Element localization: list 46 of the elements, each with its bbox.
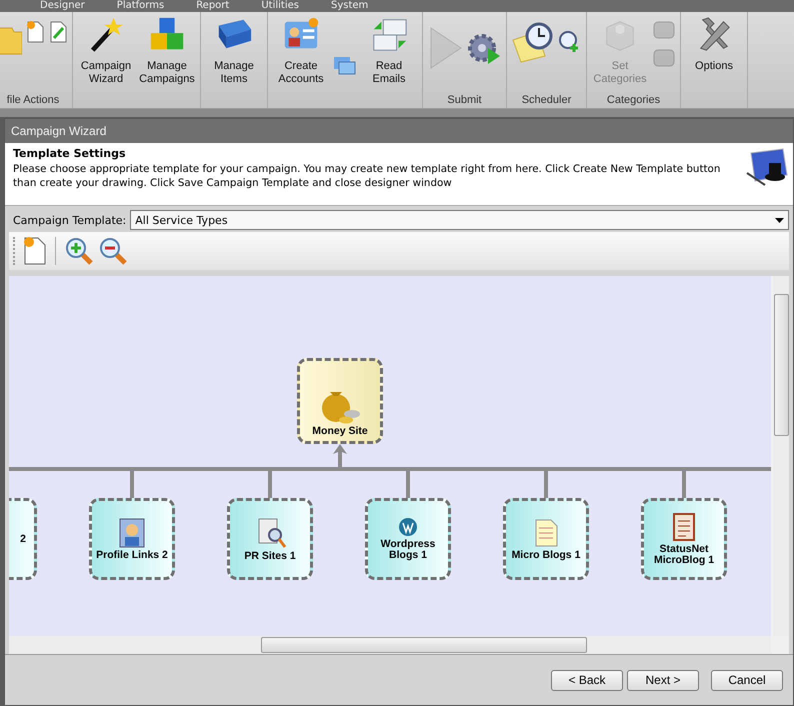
clock-icon[interactable] — [511, 20, 555, 64]
ribbon-button[interactable]: Campaign Wizard — [77, 16, 135, 86]
menu-tab[interactable]: Designer — [40, 0, 85, 12]
menu-tab[interactable]: System — [330, 0, 368, 12]
wordpress-logo-icon — [398, 517, 418, 537]
zoom-out-icon[interactable] — [98, 236, 128, 266]
field-label: Campaign Template: — [13, 214, 126, 226]
ribbon-button[interactable]: Manage Campaigns — [138, 16, 196, 86]
options-button[interactable]: Options — [685, 16, 743, 73]
diagram-node[interactable]: Profile Links 2 — [89, 498, 175, 580]
section-title: Template Settings — [13, 147, 127, 160]
editdoc-icon[interactable] — [48, 20, 68, 44]
diagram-node[interactable]: Wordpress Blogs 1 — [365, 498, 451, 580]
zoom-in-icon[interactable] — [64, 236, 94, 266]
ribbon-button[interactable]: Read Emails — [360, 16, 418, 86]
monitor-hat-icon — [745, 147, 789, 187]
ribbon-button[interactable]: Manage Items — [205, 16, 263, 86]
menu-tab[interactable]: Platforms — [116, 0, 164, 12]
cards-icon[interactable] — [333, 56, 357, 76]
group-label: Categories — [606, 94, 662, 106]
connector-arrow — [333, 444, 347, 467]
new-template-icon[interactable] — [21, 236, 47, 266]
diagram-node[interactable]: Micro Blogs 1 — [503, 498, 589, 580]
menu-tab[interactable]: Utilities — [261, 0, 299, 12]
ribbon-button[interactable]: Create Accounts — [272, 16, 330, 86]
person-portrait-icon — [119, 518, 145, 548]
notepad-icon — [533, 518, 559, 548]
diagram-node[interactable]: PR Sites 1 — [227, 498, 313, 580]
instructions-text: Please choose appropriate template for your campaign. You may create new template right from here. Click Create New Template button than create your drawing. Click Save Campaign Template and close designer window — [13, 162, 722, 190]
diagram-node[interactable]: 2 — [9, 498, 37, 580]
group-label: file Actions — [6, 94, 60, 106]
vertical-scrollbar[interactable] — [773, 276, 789, 636]
wizard-button[interactable]: < Back — [551, 670, 623, 690]
template-dropdown[interactable]: All Service Types — [130, 210, 789, 230]
diagram-node[interactable]: StatusNet MicroBlog 1 — [641, 498, 727, 580]
wizard-button[interactable]: Next > — [627, 670, 699, 690]
group-label: Submit — [446, 94, 483, 106]
newdoc-icon[interactable] — [25, 20, 45, 44]
dropdown-arrow-icon — [775, 218, 784, 222]
group-label: Scheduler — [520, 94, 572, 106]
menu-tab[interactable]: Report — [196, 0, 230, 12]
diagram-node[interactable]: Money Site — [297, 358, 383, 444]
document-list-icon — [672, 512, 696, 542]
horizontal-scrollbar[interactable] — [9, 636, 771, 654]
wizard-button[interactable]: Cancel — [711, 670, 783, 690]
window-title: Campaign Wizard — [5, 119, 793, 143]
